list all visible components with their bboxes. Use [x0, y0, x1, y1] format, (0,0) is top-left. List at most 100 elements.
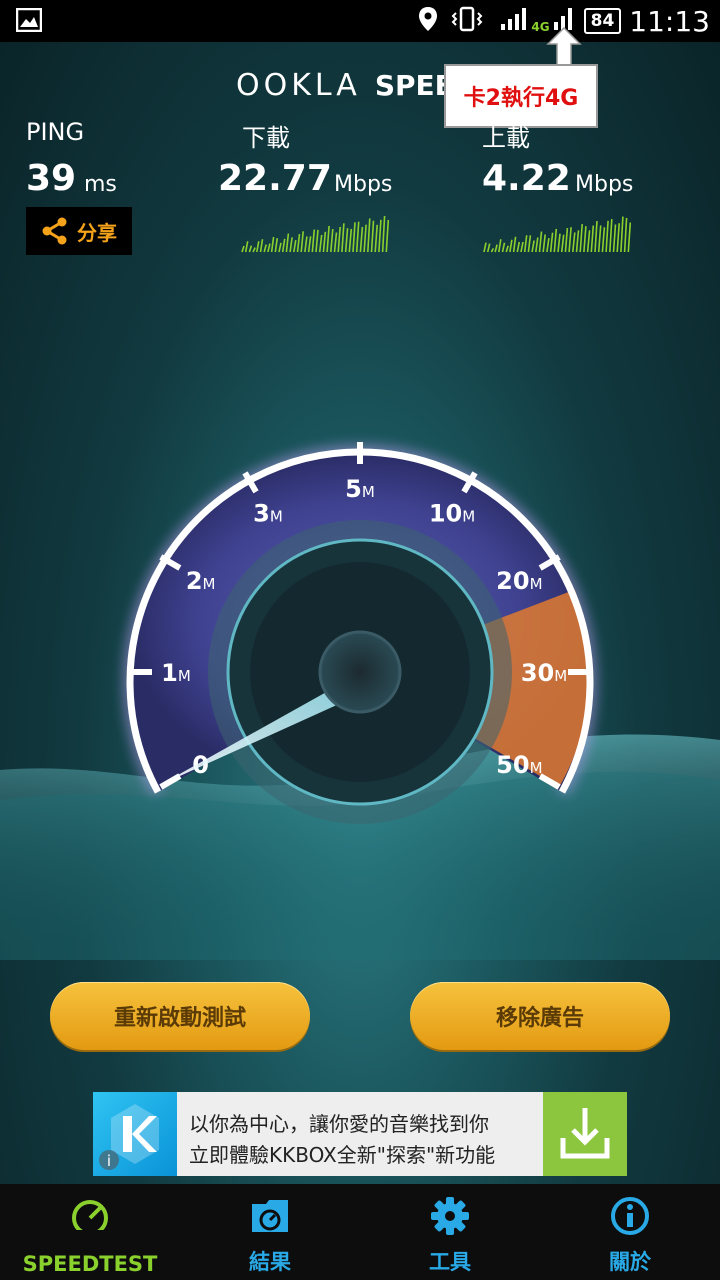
- download-sparkline: [241, 215, 390, 253]
- sparkline-bar: [579, 223, 583, 253]
- sparkline-bar: [483, 242, 487, 253]
- status-bar: 4G 84 11:13: [0, 0, 720, 42]
- sparkline-bar: [322, 231, 327, 253]
- nav-results[interactable]: 結果: [180, 1184, 360, 1280]
- sparkline-bar: [352, 222, 356, 253]
- sparkline-bar: [363, 224, 367, 253]
- sparkline-bar: [594, 221, 598, 253]
- sparkline-bar: [549, 232, 554, 253]
- logo-ookla: OOKLA: [236, 68, 361, 103]
- sparkline-bar: [601, 227, 606, 253]
- sparkline-bar: [330, 228, 334, 253]
- sparkline-bar: [285, 233, 290, 253]
- sparkline-bar: [263, 244, 267, 253]
- download-icon[interactable]: [543, 1092, 627, 1176]
- sparkline-bar: [244, 241, 249, 253]
- remove-ads-button[interactable]: 移除廣告: [410, 982, 670, 1050]
- ping-label: PING: [26, 118, 85, 146]
- ad-banner[interactable]: i 以你為中心，讓你愛的音樂找到你 立即體驗KKBOX全新"探索"新功能: [93, 1092, 627, 1176]
- sparkline-bar: [381, 215, 386, 253]
- share-button[interactable]: 分享: [26, 207, 132, 255]
- nav-results-label: 結果: [249, 1250, 291, 1274]
- sparkline-bar: [498, 239, 502, 253]
- sparkline-bar: [307, 236, 312, 253]
- sparkline-bar: [590, 225, 595, 253]
- download-unit: Mbps: [334, 172, 393, 197]
- sparkline-bar: [359, 226, 364, 253]
- sparkline-bar: [267, 243, 271, 253]
- nav-about[interactable]: 關於: [540, 1184, 720, 1280]
- image-notification-icon: [15, 7, 44, 34]
- sparkline-bar: [281, 238, 286, 253]
- sparkline-bar: [586, 230, 591, 253]
- sparkline-bar: [509, 239, 513, 253]
- sparkline-bar: [355, 221, 360, 253]
- sparkline-bar: [616, 223, 620, 253]
- sparkline-bar: [560, 234, 565, 253]
- sparkline-bar: [564, 227, 569, 253]
- sparkline-bar: [597, 225, 602, 253]
- sparkline-bar: [568, 227, 572, 253]
- bottom-navigation: SPEEDTEST 結果 工具 關於: [0, 1184, 720, 1280]
- sparkline-bar: [241, 245, 245, 253]
- nav-about-label: 關於: [609, 1250, 651, 1274]
- sparkline-bar: [296, 233, 301, 253]
- sparkline-bar: [300, 231, 304, 253]
- sparkline-bar: [256, 241, 260, 253]
- sparkline-bar: [370, 220, 375, 253]
- sparkline-bar: [315, 229, 319, 253]
- battery-indicator: 84: [583, 8, 622, 34]
- annotation-arrow-icon: [546, 26, 582, 67]
- restart-test-button[interactable]: 重新啟動測試: [50, 982, 310, 1050]
- info-icon: [611, 1197, 649, 1235]
- upload-label: 上載: [482, 124, 530, 152]
- nav-speedtest[interactable]: SPEEDTEST: [0, 1184, 180, 1280]
- sparkline-bar: [512, 236, 517, 253]
- vibrate-icon: [449, 6, 485, 36]
- sparkline-bar: [583, 226, 587, 253]
- sparkline-bar: [274, 237, 279, 253]
- sparkline-bar: [553, 228, 558, 253]
- ad-line-2: 立即體驗KKBOX全新"探索"新功能: [189, 1143, 496, 1167]
- upload-unit: Mbps: [575, 172, 634, 197]
- sparkline-bar: [612, 224, 617, 253]
- sparkline-bar: [337, 226, 341, 253]
- sparkline-bar: [378, 219, 382, 253]
- sparkline-bar: [248, 245, 253, 253]
- speed-gauge: 01M2M3M5M10M20M30M50M: [123, 442, 597, 824]
- sparkline-bar: [344, 228, 349, 253]
- sparkline-bar: [311, 229, 316, 253]
- kkbox-logo-icon: i: [93, 1092, 177, 1176]
- sparkline-bar: [270, 236, 275, 253]
- speedometer-icon: [70, 1200, 110, 1236]
- sparkline-bar: [535, 237, 539, 253]
- sparkline-bar: [494, 244, 498, 253]
- sparkline-bar: [546, 237, 550, 253]
- sparkline-bar: [293, 239, 297, 253]
- results-folder-icon: [252, 1200, 288, 1232]
- sparkline-bar: [341, 223, 345, 253]
- svg-text:i: i: [107, 1152, 111, 1170]
- sparkline-bar: [374, 224, 378, 253]
- sparkline-bar: [278, 242, 282, 253]
- sparkline-bar: [523, 235, 528, 253]
- sparkline-bar: [572, 232, 576, 253]
- sparkline-bar: [486, 243, 491, 253]
- location-icon: [417, 6, 439, 36]
- upload-sparkline: [483, 216, 632, 253]
- ping-value: 39: [26, 158, 77, 199]
- sparkline-bar: [527, 235, 532, 253]
- sparkline-bar: [289, 237, 293, 253]
- nav-tools[interactable]: 工具: [360, 1184, 540, 1280]
- ad-line-1: 以你為中心，讓你愛的音樂找到你: [189, 1112, 489, 1136]
- signal-sim1-icon: [499, 6, 529, 36]
- gauge-hub: [318, 630, 402, 714]
- sparkline-bar: [516, 241, 521, 253]
- sparkline-bar: [605, 220, 609, 253]
- sparkline-bar: [623, 217, 628, 253]
- sparkline-bar: [505, 245, 509, 253]
- nav-speedtest-label: SPEEDTEST: [22, 1252, 158, 1276]
- sparkline-bar: [575, 230, 580, 253]
- sparkline-bar: [538, 231, 543, 253]
- sparkline-bar: [333, 232, 338, 253]
